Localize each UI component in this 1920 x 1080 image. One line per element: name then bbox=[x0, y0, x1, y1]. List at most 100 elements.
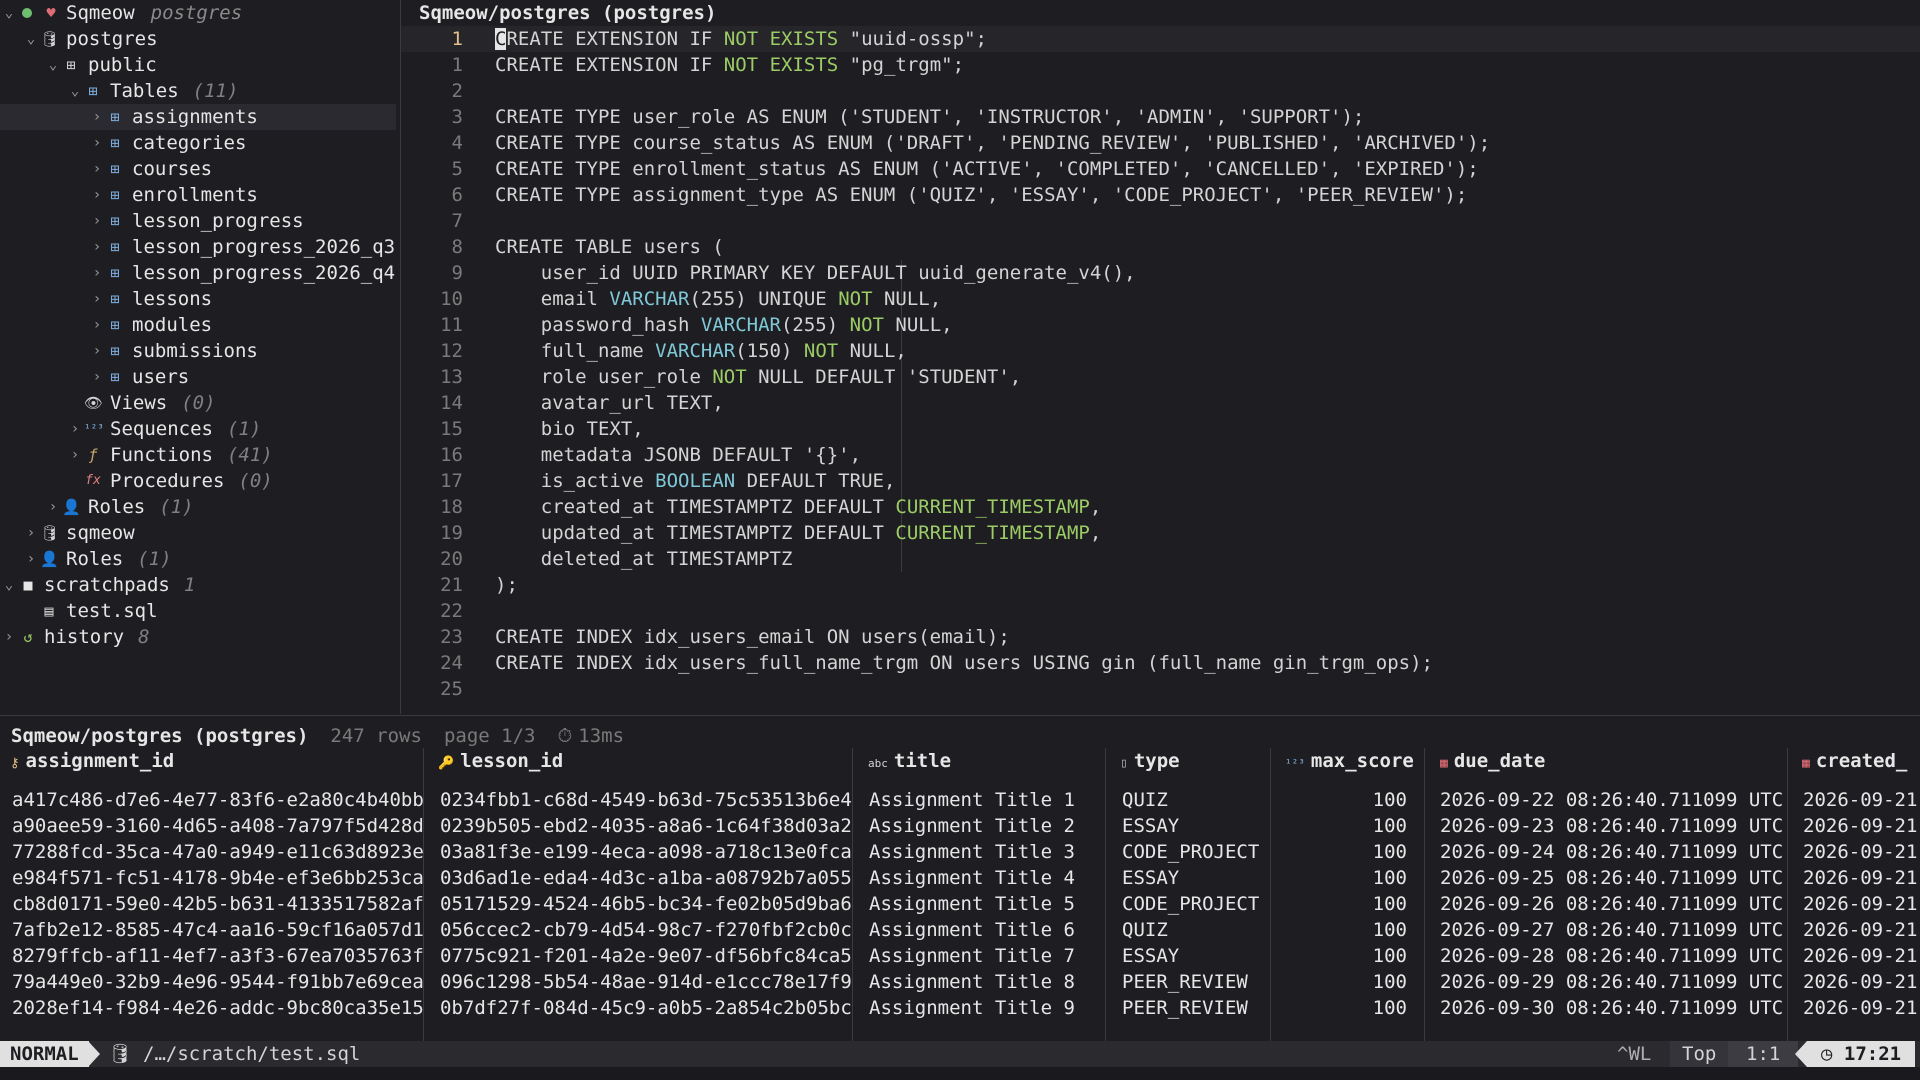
cell-created[interactable]: 2026-09-21 bbox=[1803, 891, 1917, 917]
column-divider[interactable] bbox=[852, 748, 853, 1042]
cell-type[interactable]: QUIZ bbox=[1122, 917, 1168, 943]
code-line[interactable]: 10 email VARCHAR(255) UNIQUE NOT NULL, bbox=[401, 286, 1920, 312]
column-header-max-score[interactable]: ¹²³ max_score bbox=[1285, 748, 1414, 774]
cell-lesson-id[interactable]: 0239b505-ebd2-4035-a8a6-1c64f38d03a2 bbox=[440, 813, 852, 839]
code-line[interactable]: 2 bbox=[401, 78, 1920, 104]
cell-title[interactable]: Assignment Title 6 bbox=[869, 917, 1075, 943]
column-header-assignment-id[interactable]: ⚷ assignment_id bbox=[10, 748, 174, 774]
cell-max-score[interactable]: 100 bbox=[1285, 891, 1407, 917]
cell-due-date[interactable]: 2026-09-23 08:26:40.711099 UTC bbox=[1440, 813, 1783, 839]
cell-type[interactable]: CODE_PROJECT bbox=[1122, 891, 1259, 917]
sidebar-item-table[interactable]: › ⊞ categories bbox=[0, 130, 400, 156]
code-line[interactable]: 1 CREATE EXTENSION IF NOT EXISTS "pg_trgm… bbox=[401, 52, 1920, 78]
chevron-down-icon[interactable]: ⌄ bbox=[24, 26, 38, 52]
cell-assignment-id[interactable]: e984f571-fc51-4178-9b4e-ef3e6bb253ca bbox=[12, 865, 424, 891]
cell-title[interactable]: Assignment Title 1 bbox=[869, 787, 1075, 813]
sidebar-item-table[interactable]: › ⊞ modules bbox=[0, 312, 400, 338]
code-line[interactable]: 21); bbox=[401, 572, 1920, 598]
tree-scratchpads[interactable]: ⌄ ■ scratchpads 1 bbox=[0, 572, 400, 598]
column-divider[interactable] bbox=[1270, 748, 1271, 1042]
chevron-down-icon[interactable]: ⌄ bbox=[68, 78, 82, 104]
command-line[interactable] bbox=[0, 1067, 1920, 1080]
code-line[interactable]: 7 bbox=[401, 208, 1920, 234]
cell-max-score[interactable]: 100 bbox=[1285, 969, 1407, 995]
cell-max-score[interactable]: 100 bbox=[1285, 839, 1407, 865]
cell-due-date[interactable]: 2026-09-26 08:26:40.711099 UTC bbox=[1440, 891, 1783, 917]
code-line[interactable]: 25 bbox=[401, 676, 1920, 702]
cell-due-date[interactable]: 2026-09-29 08:26:40.711099 UTC bbox=[1440, 969, 1783, 995]
chevron-right-icon[interactable]: › bbox=[24, 520, 38, 546]
cell-max-score[interactable]: 100 bbox=[1285, 917, 1407, 943]
cell-created[interactable]: 2026-09-21 bbox=[1803, 969, 1917, 995]
sidebar-item-table[interactable]: › ⊞ assignments bbox=[0, 104, 396, 130]
tree-connection-sqmeow[interactable]: ⌄ ♥ Sqmeow postgres bbox=[0, 0, 400, 26]
chevron-down-icon[interactable]: ⌄ bbox=[2, 0, 16, 26]
column-header-created[interactable]: ▦ created_ bbox=[1802, 748, 1907, 774]
tree-schema-public[interactable]: ⌄ ⊞ public bbox=[0, 52, 400, 78]
column-header-lesson-id[interactable]: 🔑 lesson_id bbox=[438, 748, 563, 774]
chevron-down-icon[interactable]: ⌄ bbox=[46, 52, 60, 78]
cell-max-score[interactable]: 100 bbox=[1285, 943, 1407, 969]
tree-views[interactable]: 👁 Views (0) bbox=[0, 390, 400, 416]
code-line[interactable]: 24 CREATE INDEX idx_users_full_name_trgm … bbox=[401, 650, 1920, 676]
sidebar-item-table[interactable]: › ⊞ lesson_progress_2026_q3 bbox=[0, 234, 400, 260]
code-line[interactable]: 23 CREATE INDEX idx_users_email ON users(… bbox=[401, 624, 1920, 650]
cell-max-score[interactable]: 100 bbox=[1285, 995, 1407, 1021]
chevron-right-icon[interactable]: › bbox=[90, 156, 104, 182]
cell-created[interactable]: 2026-09-21 bbox=[1803, 787, 1917, 813]
cell-title[interactable]: Assignment Title 4 bbox=[869, 865, 1075, 891]
cell-due-date[interactable]: 2026-09-22 08:26:40.711099 UTC bbox=[1440, 787, 1783, 813]
column-divider[interactable] bbox=[1105, 748, 1106, 1042]
tree-functions[interactable]: › ƒ Functions (41) bbox=[0, 442, 400, 468]
code-line[interactable]: 3 CREATE TYPE user_role AS ENUM ('STUDENT… bbox=[401, 104, 1920, 130]
cell-type[interactable]: PEER_REVIEW bbox=[1122, 995, 1248, 1021]
cell-title[interactable]: Assignment Title 2 bbox=[869, 813, 1075, 839]
cell-assignment-id[interactable]: 79a449e0-32b9-4e96-9544-f91bb7e69cea bbox=[12, 969, 424, 995]
sidebar-item-table[interactable]: › ⊞ courses bbox=[0, 156, 400, 182]
chevron-right-icon[interactable]: › bbox=[90, 286, 104, 312]
cell-title[interactable]: Assignment Title 7 bbox=[869, 943, 1075, 969]
code-line[interactable]: 20 deleted_at TIMESTAMPTZ bbox=[401, 546, 1920, 572]
cell-lesson-id[interactable]: 03a81f3e-e199-4eca-a098-a718c13e0fca bbox=[440, 839, 852, 865]
cell-title[interactable]: Assignment Title 5 bbox=[869, 891, 1075, 917]
code-line[interactable]: 18 created_at TIMESTAMPTZ DEFAULT CURREN… bbox=[401, 494, 1920, 520]
chevron-right-icon[interactable]: › bbox=[90, 364, 104, 390]
cell-assignment-id[interactable]: a90aee59-3160-4d65-a408-7a797f5d428d bbox=[12, 813, 424, 839]
cell-lesson-id[interactable]: 0b7df27f-084d-45c9-a0b5-2a854c2b05bc bbox=[440, 995, 852, 1021]
code-line[interactable]: 13 role user_role NOT NULL DEFAULT 'STUD… bbox=[401, 364, 1920, 390]
cell-due-date[interactable]: 2026-09-27 08:26:40.711099 UTC bbox=[1440, 917, 1783, 943]
code-line[interactable]: 16 metadata JSONB DEFAULT '{}', bbox=[401, 442, 1920, 468]
tree-scratch-file[interactable]: ▤ test.sql bbox=[0, 598, 400, 624]
cell-due-date[interactable]: 2026-09-28 08:26:40.711099 UTC bbox=[1440, 943, 1783, 969]
sidebar-item-table[interactable]: › ⊞ submissions bbox=[0, 338, 400, 364]
code-line[interactable]: 8 CREATE TABLE users ( bbox=[401, 234, 1920, 260]
tree-sequences[interactable]: › ¹²³ Sequences (1) bbox=[0, 416, 400, 442]
cell-created[interactable]: 2026-09-21 bbox=[1803, 813, 1917, 839]
chevron-right-icon[interactable]: › bbox=[90, 338, 104, 364]
tree-database-sqmeow[interactable]: › 🛢 sqmeow bbox=[0, 520, 400, 546]
cell-type[interactable]: QUIZ bbox=[1122, 787, 1168, 813]
chevron-right-icon[interactable]: › bbox=[68, 416, 82, 442]
code-line[interactable]: 6 CREATE TYPE assignment_type AS ENUM ('Q… bbox=[401, 182, 1920, 208]
chevron-right-icon[interactable]: › bbox=[90, 104, 104, 130]
code-line[interactable]: 15 bio TEXT, bbox=[401, 416, 1920, 442]
chevron-right-icon[interactable]: › bbox=[68, 442, 82, 468]
cell-created[interactable]: 2026-09-21 bbox=[1803, 995, 1917, 1021]
column-header-type[interactable]: ▯ type bbox=[1120, 748, 1180, 774]
sidebar-item-table[interactable]: › ⊞ lessons bbox=[0, 286, 400, 312]
code-line[interactable]: 22 bbox=[401, 598, 1920, 624]
chevron-right-icon[interactable]: › bbox=[90, 182, 104, 208]
cell-due-date[interactable]: 2026-09-25 08:26:40.711099 UTC bbox=[1440, 865, 1783, 891]
code-line[interactable]: 17 is_active BOOLEAN DEFAULT TRUE, bbox=[401, 468, 1920, 494]
column-header-title[interactable]: abc title bbox=[868, 748, 951, 774]
cell-max-score[interactable]: 100 bbox=[1285, 787, 1407, 813]
cell-lesson-id[interactable]: 0234fbb1-c68d-4549-b63d-75c53513b6e4 bbox=[440, 787, 852, 813]
chevron-right-icon[interactable]: › bbox=[90, 260, 104, 286]
code-line[interactable]: 1 CREATE EXTENSION IF NOT EXISTS "uuid-os… bbox=[401, 26, 1920, 52]
cell-type[interactable]: PEER_REVIEW bbox=[1122, 969, 1248, 995]
cell-type[interactable]: ESSAY bbox=[1122, 943, 1179, 969]
cell-lesson-id[interactable]: 096c1298-5b54-48ae-914d-e1ccc78e17f9 bbox=[440, 969, 852, 995]
cell-type[interactable]: ESSAY bbox=[1122, 813, 1179, 839]
column-divider[interactable] bbox=[1787, 748, 1788, 1042]
sidebar-item-table[interactable]: › ⊞ lesson_progress bbox=[0, 208, 400, 234]
